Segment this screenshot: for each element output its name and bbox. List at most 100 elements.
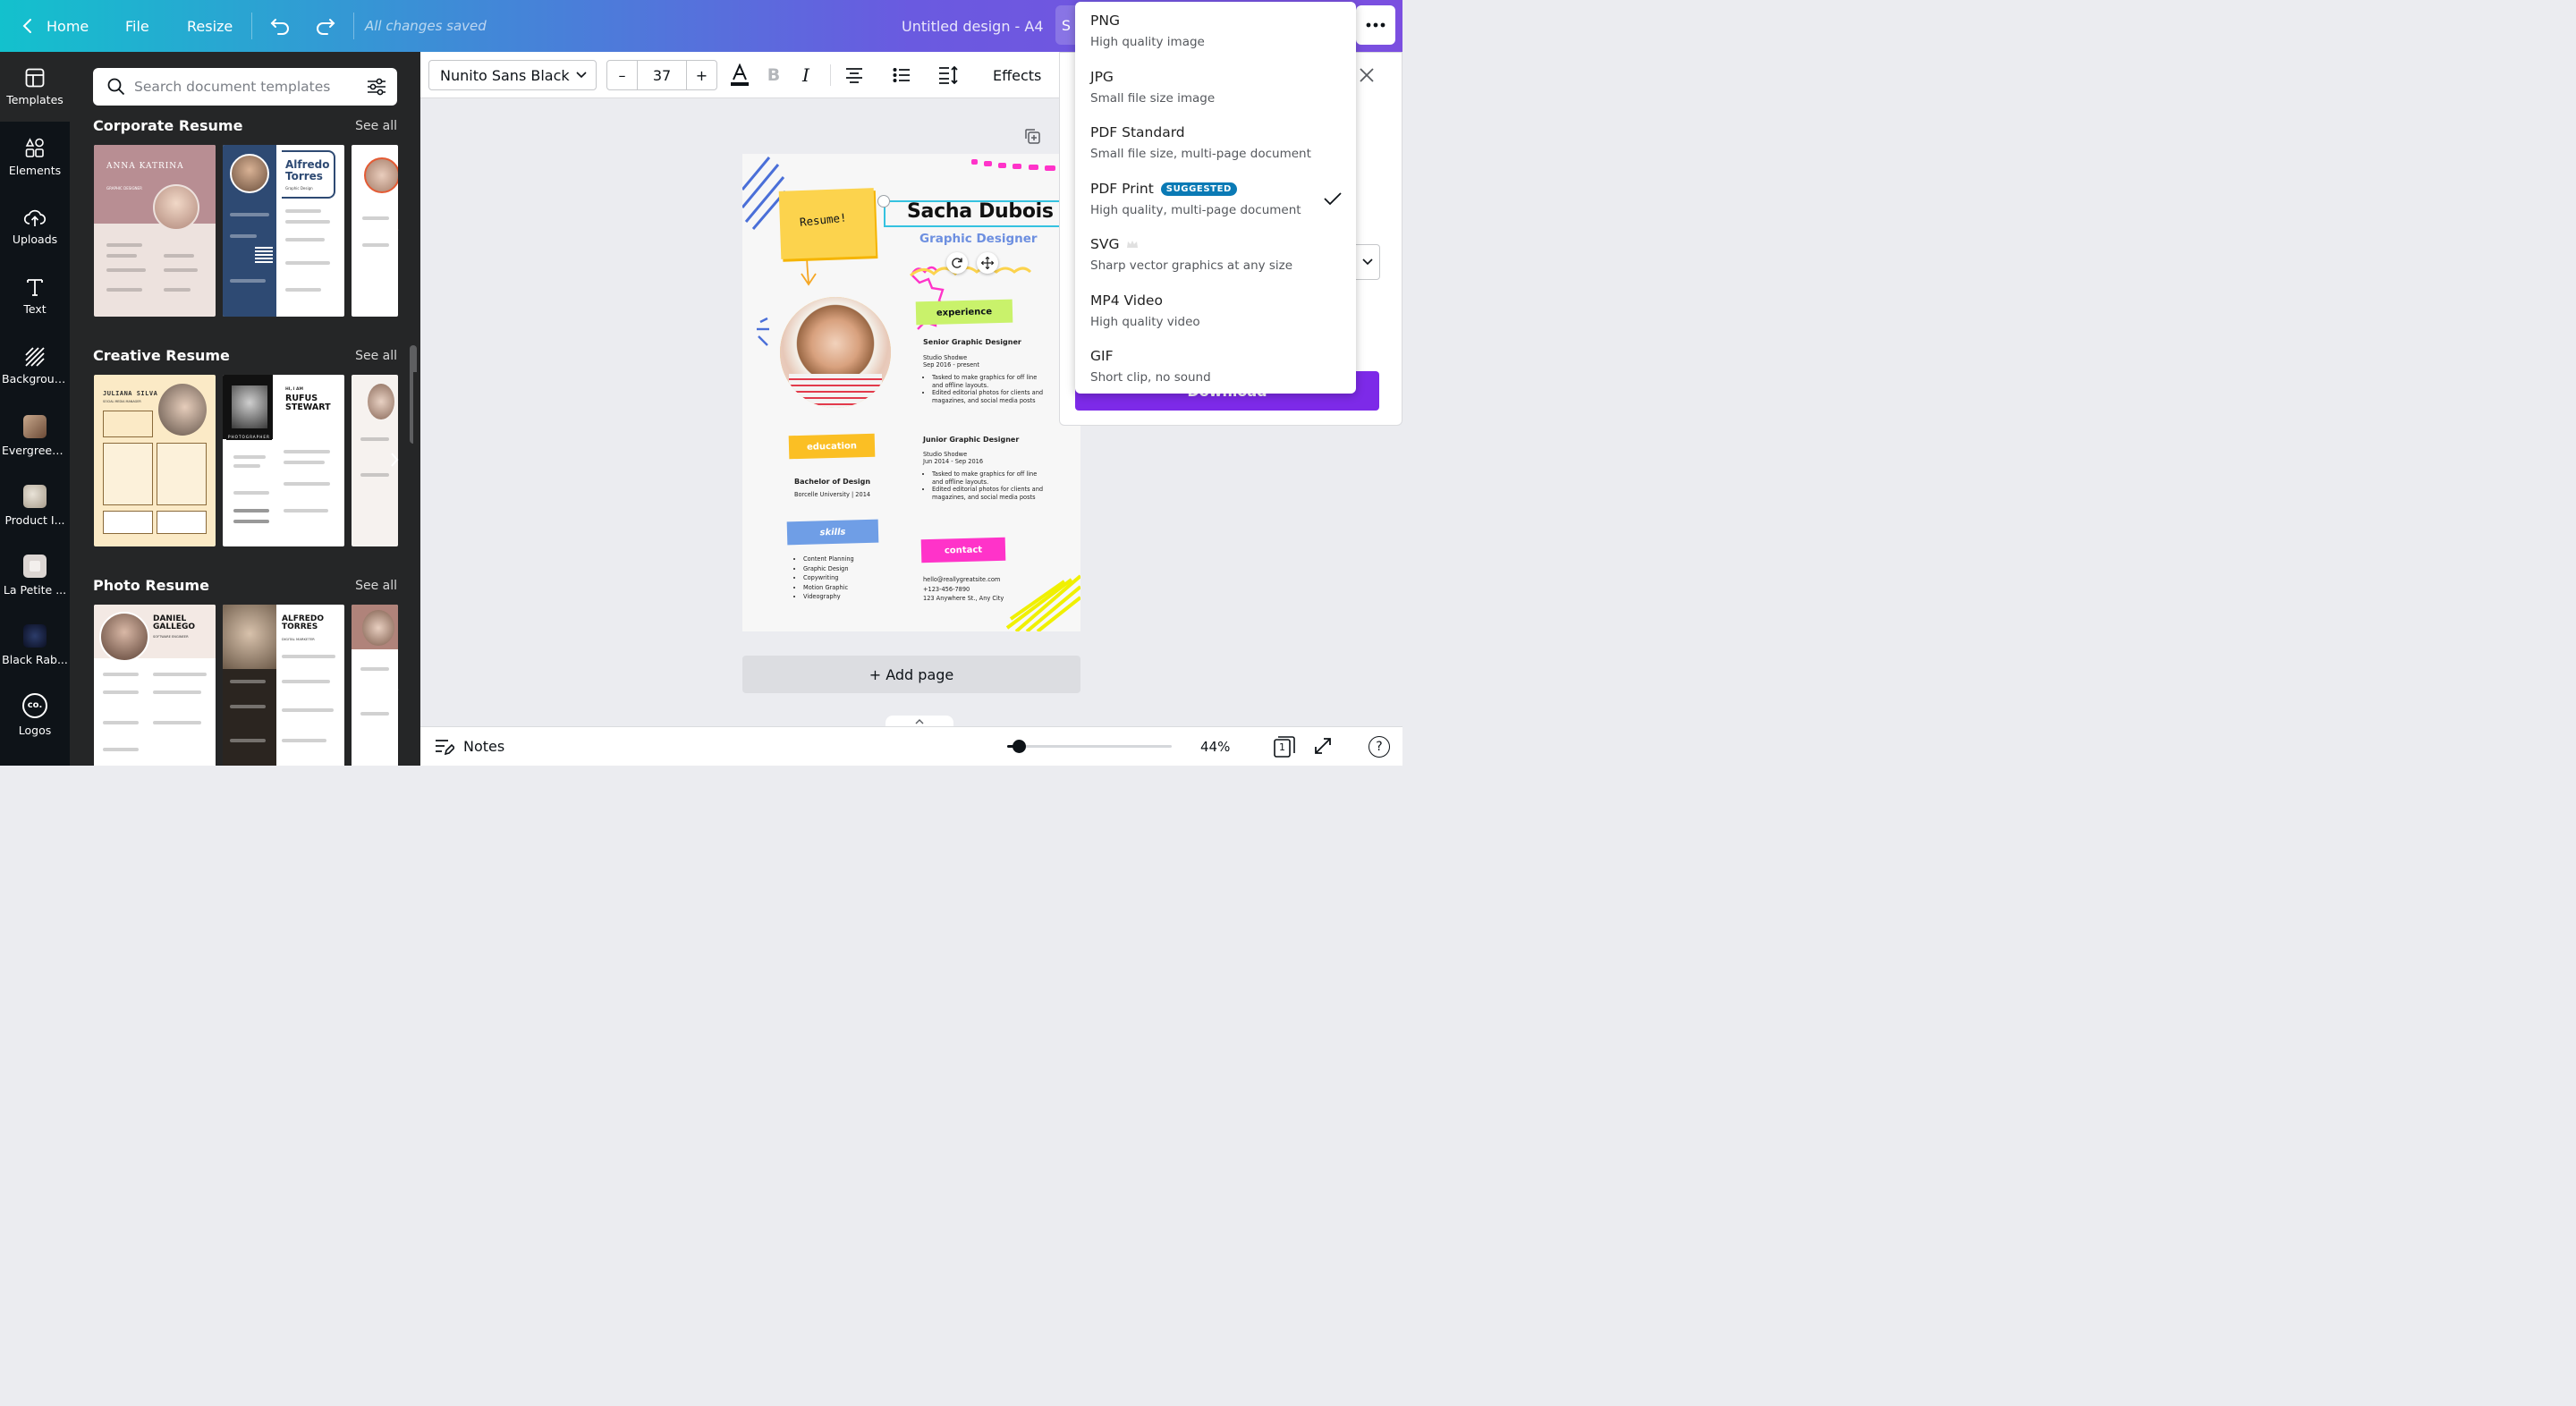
template-card-daniel-gallego[interactable]: DANIEL GALLEGO SOFTWARE ENGINEER xyxy=(94,605,216,766)
font-family-select[interactable]: Nunito Sans Black xyxy=(428,60,597,90)
scroll-right-chevron-icon[interactable] xyxy=(381,216,408,243)
see-all-photo-link[interactable]: See all xyxy=(355,579,397,593)
rotate-handle[interactable] xyxy=(946,252,968,274)
resume-page[interactable]: Resume! Sacha Dubois Graphic Designer ex… xyxy=(742,154,1080,631)
template-card-rufus-stewart[interactable]: HI, I AM RUFUS STEWART PHOTOGRAPHER xyxy=(223,375,344,546)
bold-button[interactable]: B xyxy=(760,62,787,89)
template-card-alfredo-torres[interactable]: Alfredo Torres Graphic Design xyxy=(223,145,344,317)
template-card-juliana-silva[interactable]: JULIANA SILVA SOCIAL MEDIA MANAGER xyxy=(94,375,216,546)
scroll-right-chevron-icon[interactable] xyxy=(381,676,408,703)
file-type-option-pdf-standard[interactable]: PDF Standard Small file size, multi-page… xyxy=(1090,124,1350,161)
resize-button[interactable]: Resize xyxy=(187,0,233,52)
rail-item-la-petite[interactable]: La Petite ... xyxy=(0,540,70,610)
align-center-button[interactable] xyxy=(841,62,868,89)
contact-lines: hello@reallygreatsite.com +123-456-7890 … xyxy=(923,575,1004,604)
more-dots-icon xyxy=(1366,22,1385,28)
section-title-photo: Photo Resume xyxy=(93,577,209,594)
job-1-bullets: Tasked to make graphics for off line and… xyxy=(923,374,1048,404)
file-type-option-jpg[interactable]: JPG Small file size image xyxy=(1090,69,1350,106)
close-icon[interactable] xyxy=(1359,67,1377,85)
card-subtitle: DIGITAL MARKETER xyxy=(282,637,315,641)
divider xyxy=(353,13,354,39)
design-title[interactable]: Untitled design - A4 xyxy=(902,0,1044,52)
portrait-photo xyxy=(232,385,267,428)
card-title: Alfredo Torres xyxy=(285,158,330,182)
back-chevron-icon[interactable] xyxy=(14,13,41,39)
file-type-select[interactable] xyxy=(1355,244,1380,280)
zoom-slider-track[interactable] xyxy=(1007,740,1172,753)
job-2-role[interactable]: Junior Graphic Designer xyxy=(923,436,1019,444)
template-search-box[interactable]: Search document templates xyxy=(93,68,397,106)
rail-item-background[interactable]: Background xyxy=(0,331,70,401)
text-color-button[interactable] xyxy=(726,62,753,89)
home-button[interactable]: Home xyxy=(47,0,89,52)
resize-handle[interactable] xyxy=(877,195,890,208)
skills-label-tag[interactable]: skills xyxy=(786,519,879,546)
italic-button[interactable]: I xyxy=(792,62,819,89)
file-type-option-png[interactable]: PNG High quality image xyxy=(1090,13,1350,49)
text-line xyxy=(230,705,266,708)
rail-item-text[interactable]: Text xyxy=(0,261,70,331)
contact-label-tag[interactable]: contact xyxy=(920,537,1006,563)
selected-checkmark-icon xyxy=(1324,191,1342,206)
font-size-increase-button[interactable]: + xyxy=(686,61,716,89)
file-type-option-svg[interactable]: SVG Sharp vector graphics at any size xyxy=(1090,236,1350,273)
template-card-anna-katrina[interactable]: ANNA KATRINA GRAPHIC DESIGNER xyxy=(94,145,216,317)
zoom-slider-thumb[interactable] xyxy=(1012,740,1026,753)
text-line xyxy=(360,473,389,477)
scroll-right-chevron-icon[interactable] xyxy=(381,446,408,473)
resume-sticker-note[interactable]: Resume! xyxy=(778,188,877,259)
rail-item-elements[interactable]: Elements xyxy=(0,122,70,191)
page-count-button[interactable]: 1 xyxy=(1274,736,1295,758)
rail-item-logos[interactable]: co. Logos xyxy=(0,680,70,750)
add-page-button[interactable]: + Add page xyxy=(742,656,1080,693)
redo-icon[interactable] xyxy=(312,13,339,39)
portrait-photo xyxy=(362,610,394,646)
line-spacing-button[interactable] xyxy=(936,62,962,89)
education-label-tag[interactable]: education xyxy=(788,433,876,460)
text-t-icon xyxy=(27,278,43,296)
rail-item-uploads[interactable]: Uploads xyxy=(0,191,70,261)
rail-item-product[interactable]: Product I... xyxy=(0,470,70,540)
move-handle[interactable] xyxy=(977,252,998,274)
text-line xyxy=(153,721,201,724)
text-line xyxy=(103,673,139,676)
education-degree[interactable]: Bachelor of Design xyxy=(794,478,870,486)
job-1-role[interactable]: Senior Graphic Designer xyxy=(923,338,1021,346)
file-type-option-mp4[interactable]: MP4 Video High quality video xyxy=(1090,292,1350,329)
undo-icon[interactable] xyxy=(267,13,293,39)
search-input[interactable]: Search document templates xyxy=(134,79,330,95)
text-line xyxy=(103,690,139,694)
template-card-alfredo-torres-marketer[interactable]: ALFREDO TORRES DIGITAL MARKETER xyxy=(223,605,344,766)
card-subtitle: SOCIAL MEDIA MANAGER xyxy=(103,400,141,403)
text-line xyxy=(103,748,139,751)
file-type-option-gif[interactable]: GIF Short clip, no sound xyxy=(1090,348,1350,385)
bullet-list-button[interactable] xyxy=(888,62,915,89)
resume-name[interactable]: Sacha Dubois xyxy=(907,200,1054,223)
fullscreen-icon[interactable] xyxy=(1313,736,1335,758)
file-type-option-pdf-print[interactable]: PDF Print SUGGESTED High quality, multi-p… xyxy=(1090,181,1350,217)
font-family-value: Nunito Sans Black xyxy=(440,66,570,84)
duplicate-page-icon[interactable] xyxy=(1023,127,1041,145)
see-all-corporate-link[interactable]: See all xyxy=(355,119,397,133)
notes-button[interactable]: Notes xyxy=(463,738,504,755)
profile-photo[interactable] xyxy=(780,297,891,408)
experience-label-tag[interactable]: experience xyxy=(915,299,1013,326)
share-button[interactable]: S xyxy=(1055,5,1077,45)
font-size-decrease-button[interactable]: – xyxy=(607,61,638,89)
resume-job-title[interactable]: Graphic Designer xyxy=(919,232,1038,246)
text-line xyxy=(233,520,269,523)
notes-icon[interactable] xyxy=(435,738,454,756)
file-menu-button[interactable]: File xyxy=(125,0,149,52)
font-size-input[interactable]: 37 xyxy=(638,61,686,89)
help-question-icon[interactable]: ? xyxy=(1368,736,1390,758)
zoom-level[interactable]: 44% xyxy=(1200,739,1230,755)
rail-item-evergreen[interactable]: Evergreen... xyxy=(0,401,70,470)
rail-item-templates[interactable]: Templates xyxy=(0,52,70,122)
more-options-button[interactable] xyxy=(1356,5,1395,45)
rail-label: Logos xyxy=(18,723,52,737)
rail-item-black-rabbit[interactable]: Black Rab... xyxy=(0,610,70,680)
text-line xyxy=(360,712,389,716)
effects-button[interactable]: Effects xyxy=(993,52,1041,98)
see-all-creative-link[interactable]: See all xyxy=(355,349,397,363)
